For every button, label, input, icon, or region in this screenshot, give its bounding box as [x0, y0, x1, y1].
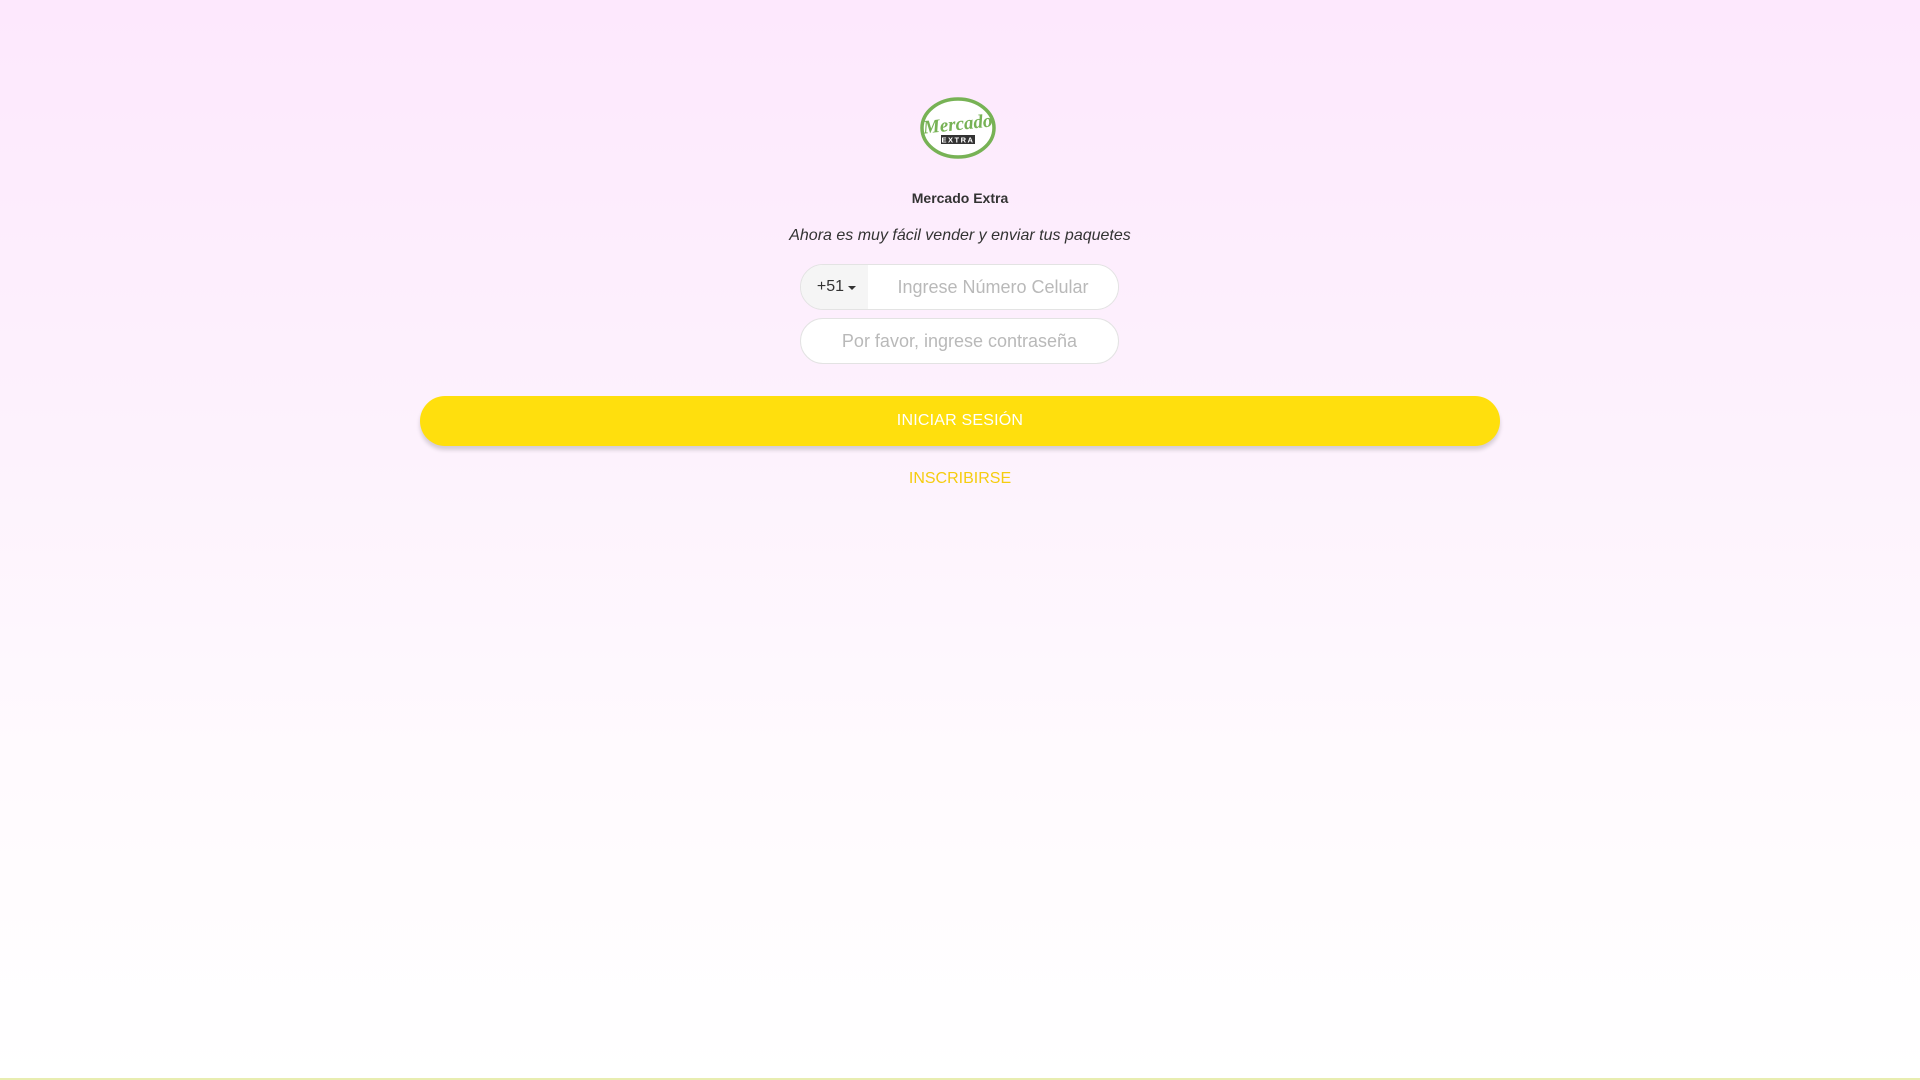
caret-down-icon — [848, 286, 857, 290]
country-code-label: +51 — [816, 278, 845, 295]
mercado-extra-logo: Mercado EXTRA — [920, 97, 996, 159]
country-code-dropdown[interactable]: +51 — [801, 265, 868, 309]
phone-input-group: +51 — [800, 264, 1119, 310]
login-page: Mercado EXTRA Mercado Extra Ahora es muy… — [0, 0, 1920, 1080]
phone-number-input[interactable] — [868, 265, 1118, 309]
password-input[interactable] — [800, 318, 1119, 364]
app-title: Mercado Extra — [911, 190, 1009, 206]
register-link[interactable]: INSCRIBIRSE — [0, 470, 1920, 488]
login-button[interactable]: INICIAR SESIÓN — [420, 396, 1500, 446]
logo-subtext: EXTRA — [942, 136, 975, 145]
tagline: Ahora es muy fácil vender y enviar tus p… — [789, 227, 1131, 244]
